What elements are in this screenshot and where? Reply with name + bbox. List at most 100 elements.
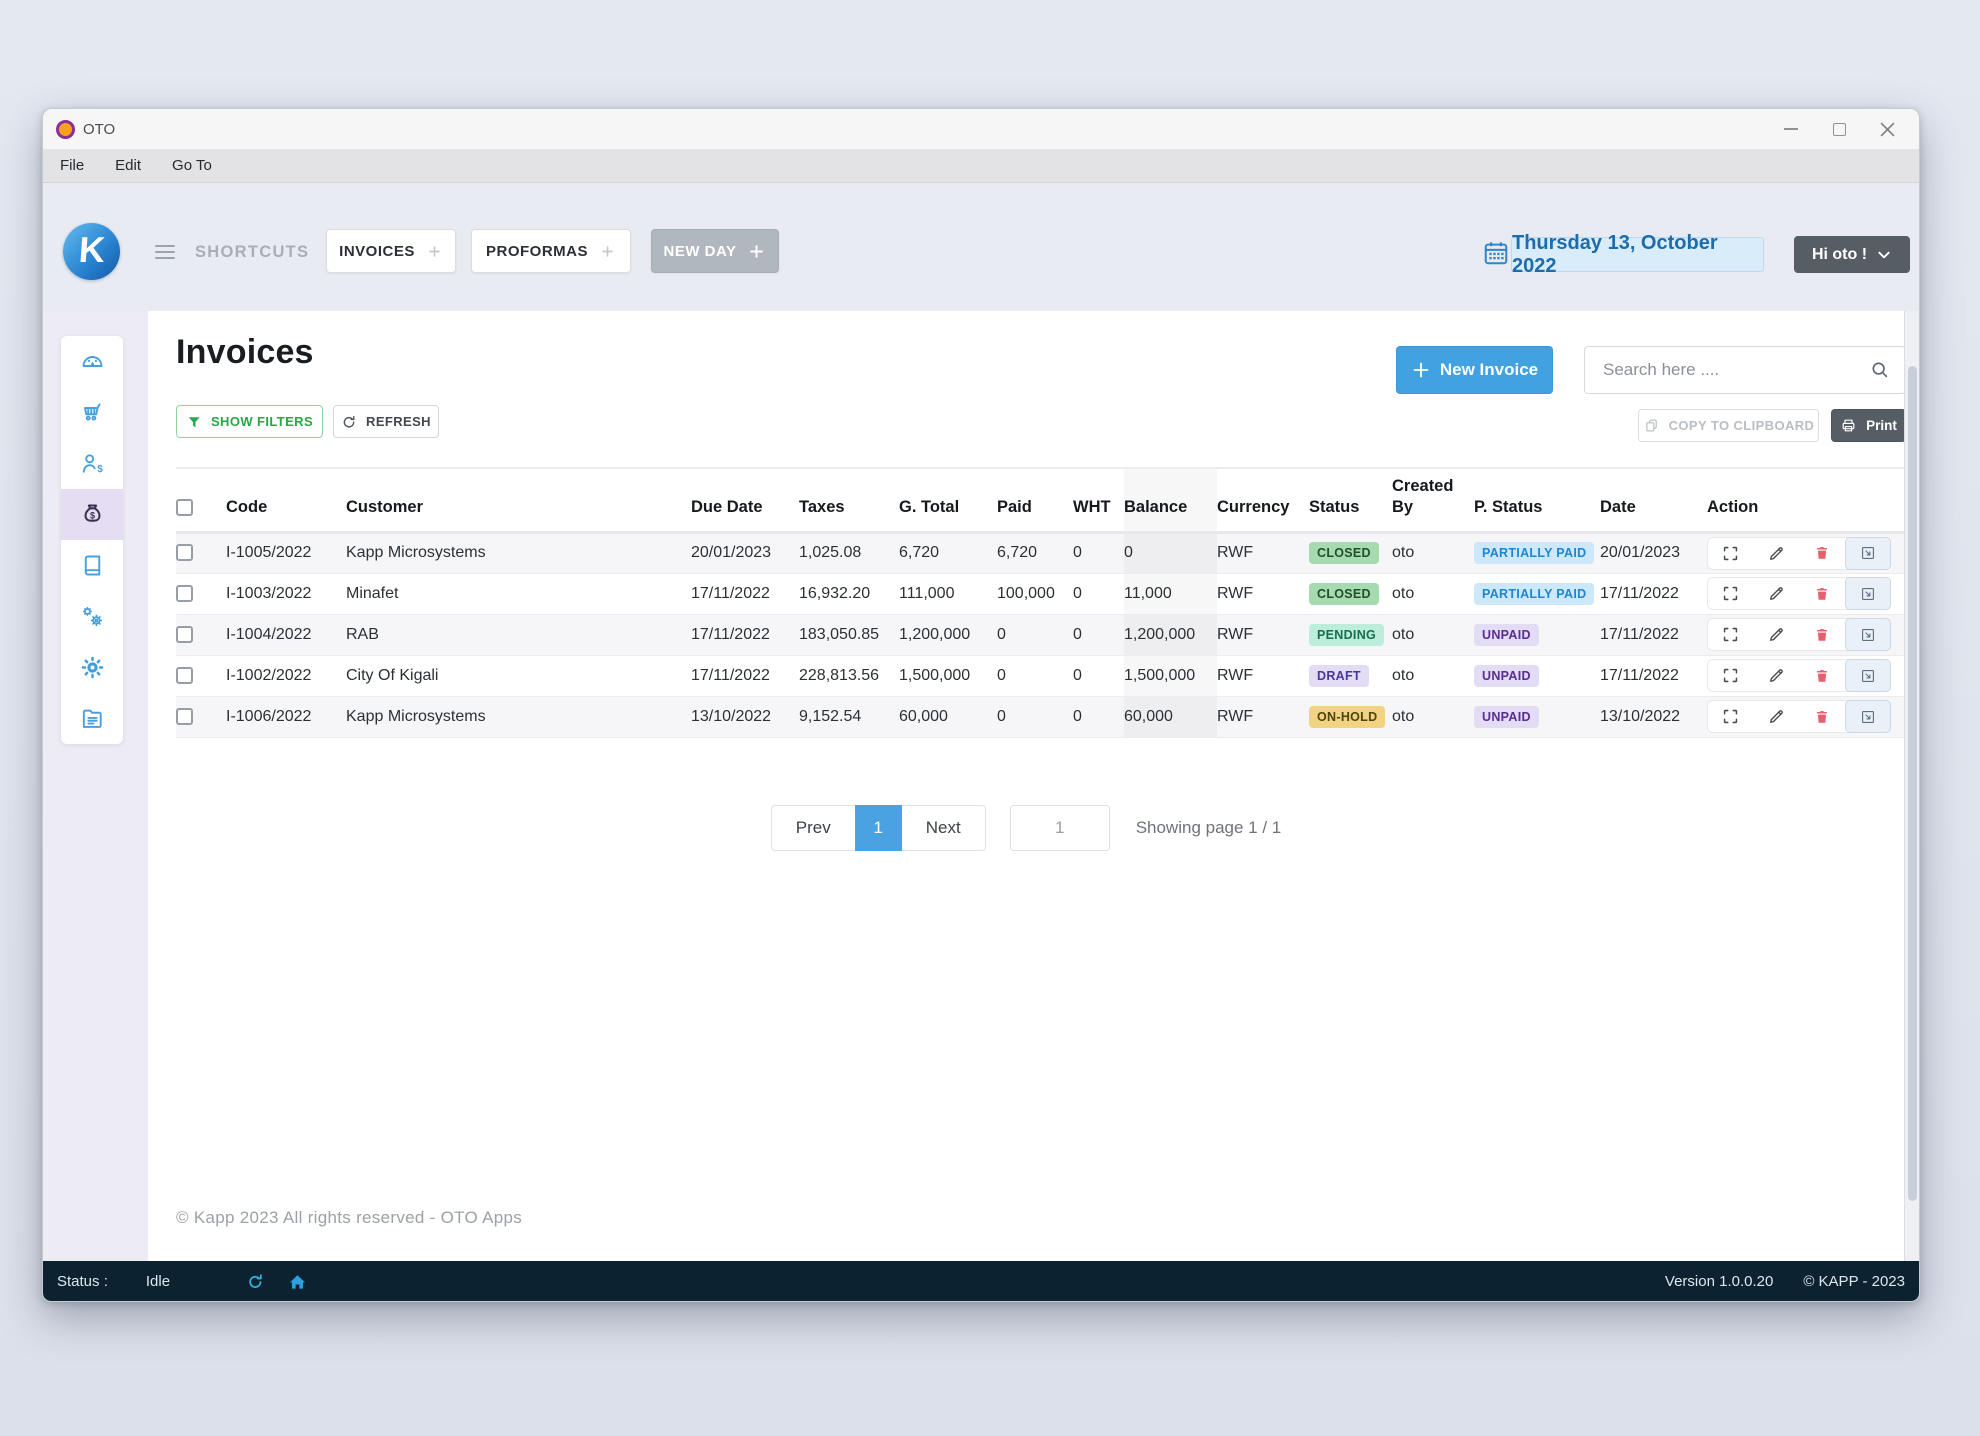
close-button[interactable] bbox=[1863, 113, 1911, 145]
page-title: Invoices bbox=[176, 333, 314, 372]
next-page-button[interactable]: Next bbox=[902, 805, 986, 851]
book-icon bbox=[79, 552, 106, 579]
row-checkbox[interactable] bbox=[176, 667, 193, 684]
sidebar-item-invoices[interactable]: $ bbox=[61, 489, 123, 540]
sidebar-item-customers[interactable]: $ bbox=[61, 438, 123, 489]
sidebar-item-documents[interactable] bbox=[61, 693, 123, 744]
sidebar-item-settings[interactable] bbox=[61, 642, 123, 693]
maximize-button[interactable] bbox=[1815, 113, 1863, 145]
pencil-icon bbox=[1767, 666, 1786, 685]
vertical-scrollbar[interactable] bbox=[1904, 311, 1919, 1261]
printer-icon bbox=[1840, 417, 1857, 434]
export-button[interactable] bbox=[1845, 577, 1891, 610]
cell-customer: Minafet bbox=[346, 573, 691, 614]
delete-button[interactable] bbox=[1799, 626, 1845, 644]
scrollbar-thumb[interactable] bbox=[1908, 366, 1917, 1201]
cell-gtotal: 1,500,000 bbox=[899, 655, 997, 696]
show-filters-label: SHOW FILTERS bbox=[211, 414, 313, 429]
expand-button[interactable] bbox=[1708, 544, 1754, 563]
plus-icon bbox=[747, 242, 766, 261]
sidebar-item-sales[interactable] bbox=[61, 387, 123, 438]
menu-goto[interactable]: Go To bbox=[172, 157, 212, 174]
double-gears-icon bbox=[79, 603, 106, 630]
edit-button[interactable] bbox=[1754, 544, 1800, 563]
expand-icon bbox=[1721, 666, 1740, 685]
delete-button[interactable] bbox=[1799, 544, 1845, 562]
sidebar-item-dashboard[interactable] bbox=[61, 336, 123, 387]
minimize-button[interactable] bbox=[1767, 113, 1815, 145]
expand-button[interactable] bbox=[1708, 707, 1754, 726]
show-filters-button[interactable]: SHOW FILTERS bbox=[176, 405, 323, 438]
home-icon[interactable] bbox=[287, 1271, 308, 1292]
statusbar-copyright: © KAPP - 2023 bbox=[1803, 1273, 1905, 1290]
cell-currency: RWF bbox=[1217, 696, 1309, 737]
search-input[interactable] bbox=[1603, 360, 1869, 380]
cell-currency: RWF bbox=[1217, 532, 1309, 573]
cell-currency: RWF bbox=[1217, 614, 1309, 655]
current-page-button[interactable]: 1 bbox=[855, 805, 902, 851]
export-button[interactable] bbox=[1845, 537, 1891, 570]
cell-gtotal: 111,000 bbox=[899, 573, 997, 614]
prev-page-button[interactable]: Prev bbox=[771, 805, 855, 851]
export-button[interactable] bbox=[1845, 659, 1891, 692]
delete-button[interactable] bbox=[1799, 667, 1845, 685]
edit-button[interactable] bbox=[1754, 666, 1800, 685]
svg-text:$: $ bbox=[97, 464, 103, 475]
cell-wht: 0 bbox=[1073, 614, 1124, 655]
refresh-button[interactable]: REFRESH bbox=[333, 405, 439, 438]
header-action: Action bbox=[1707, 468, 1906, 532]
expand-icon bbox=[1721, 584, 1740, 603]
expand-button[interactable] bbox=[1708, 625, 1754, 644]
new-day-button[interactable]: NEW DAY bbox=[651, 229, 779, 273]
window-controls bbox=[1767, 113, 1911, 145]
user-menu-button[interactable]: Hi oto ! bbox=[1794, 236, 1910, 273]
sidebar-item-services[interactable] bbox=[61, 591, 123, 642]
header-status: Status bbox=[1309, 468, 1392, 532]
expand-button[interactable] bbox=[1708, 666, 1754, 685]
app-window: OTO File Edit Go To K SHORTCUTS INVOICES… bbox=[42, 108, 1920, 1302]
sidebar-icon-rail: $ $ bbox=[61, 336, 123, 744]
edit-button[interactable] bbox=[1754, 707, 1800, 726]
search-icon[interactable] bbox=[1869, 359, 1891, 381]
delete-button[interactable] bbox=[1799, 585, 1845, 603]
select-all-checkbox[interactable] bbox=[176, 499, 193, 516]
export-button[interactable] bbox=[1845, 618, 1891, 651]
new-invoice-button[interactable]: New Invoice bbox=[1396, 346, 1553, 394]
tab-invoices-label: INVOICES bbox=[339, 243, 415, 260]
cell-gtotal: 1,200,000 bbox=[899, 614, 997, 655]
current-date-chip[interactable]: Thursday 13, October 2022 bbox=[1511, 237, 1764, 272]
copy-to-clipboard-button[interactable]: COPY TO CLIPBOARD bbox=[1638, 409, 1819, 442]
sync-icon[interactable] bbox=[246, 1272, 265, 1291]
row-checkbox[interactable] bbox=[176, 626, 193, 643]
print-button[interactable]: Print bbox=[1831, 409, 1906, 442]
export-button[interactable] bbox=[1845, 700, 1891, 733]
header-paid: Paid bbox=[997, 468, 1073, 532]
tab-invoices[interactable]: INVOICES bbox=[326, 229, 456, 273]
hamburger-menu-icon[interactable] bbox=[155, 245, 175, 259]
cell-balance: 60,000 bbox=[1124, 696, 1217, 737]
cell-taxes: 1,025.08 bbox=[799, 532, 899, 573]
row-checkbox[interactable] bbox=[176, 585, 193, 602]
maximize-icon bbox=[1833, 123, 1846, 136]
header-code: Code bbox=[226, 468, 346, 532]
menu-file[interactable]: File bbox=[60, 157, 84, 174]
print-label: Print bbox=[1866, 418, 1897, 433]
cell-wht: 0 bbox=[1073, 655, 1124, 696]
edit-button[interactable] bbox=[1754, 625, 1800, 644]
calendar-icon[interactable] bbox=[1482, 239, 1510, 267]
search-box bbox=[1584, 346, 1906, 394]
cell-date: 20/01/2023 bbox=[1600, 532, 1707, 573]
row-checkbox[interactable] bbox=[176, 544, 193, 561]
page-number-input[interactable] bbox=[1010, 805, 1110, 851]
row-checkbox[interactable] bbox=[176, 708, 193, 725]
delete-button[interactable] bbox=[1799, 708, 1845, 726]
expand-button[interactable] bbox=[1708, 584, 1754, 603]
menu-edit[interactable]: Edit bbox=[115, 157, 141, 174]
edit-button[interactable] bbox=[1754, 584, 1800, 603]
new-invoice-label: New Invoice bbox=[1440, 360, 1538, 380]
header-wht: WHT bbox=[1073, 468, 1124, 532]
table-header-row: Code Customer Due Date Taxes G. Total Pa… bbox=[176, 468, 1906, 532]
tab-proformas[interactable]: PROFORMAS bbox=[471, 229, 631, 273]
sidebar-item-ledger[interactable] bbox=[61, 540, 123, 591]
plus-icon bbox=[426, 243, 443, 260]
